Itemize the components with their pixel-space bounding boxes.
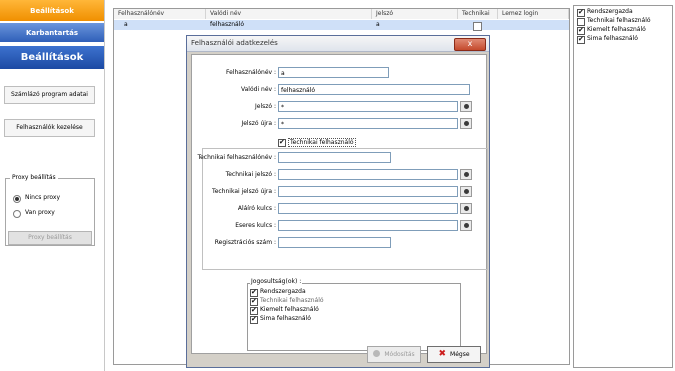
- role-label-technical: Technikai felhasználó: [587, 17, 651, 24]
- encryption-key-label: Eseres kulcs :: [235, 222, 276, 229]
- permissions-legend: Jogosultság(ok) :: [250, 278, 303, 285]
- dialog-titlebar[interactable]: Felhasználói adatkezelés x: [187, 36, 489, 52]
- billing-program-data-button[interactable]: Számlázó program adatai: [4, 86, 95, 104]
- cell-technical-checkbox[interactable]: [473, 22, 482, 31]
- no-proxy-label: Nincs proxy: [25, 194, 61, 201]
- key-icon[interactable]: [460, 101, 472, 112]
- no-proxy-radio[interactable]: [13, 195, 21, 203]
- reg-number-label: Regisztrációs szám :: [214, 239, 276, 246]
- cell-username: a: [124, 21, 128, 28]
- column-header-technical[interactable]: Technikai: [458, 9, 498, 19]
- perm-label-technical: Technikai felhasználó: [260, 297, 324, 304]
- key-icon[interactable]: [460, 169, 472, 180]
- tech-username-field[interactable]: [278, 152, 391, 163]
- signing-key-label: Aláíró kulcs :: [237, 205, 276, 212]
- key-icon[interactable]: [460, 186, 472, 197]
- modify-button-label: Módosítás: [384, 351, 415, 358]
- user-management-button[interactable]: Felhasználók kezelése: [4, 119, 95, 137]
- nav-maintenance-button[interactable]: Karbantartás: [0, 23, 104, 43]
- perm-checkbox-technical[interactable]: [250, 297, 258, 306]
- cell-real-name: felhasználó: [210, 21, 245, 28]
- username-label: Felhasználónév :: [225, 69, 276, 76]
- proxy-legend: Proxy beállítás: [10, 174, 58, 181]
- perm-label-simple: Sima felhasználó: [260, 315, 311, 322]
- tech-password-label: Technikai jelszó :: [225, 171, 276, 178]
- roles-list: Rendszergazda Technikai felhasználó Kiem…: [573, 5, 673, 368]
- has-proxy-radio[interactable]: [13, 210, 21, 218]
- key-icon[interactable]: [460, 118, 472, 129]
- signing-key-field[interactable]: [278, 203, 458, 214]
- key-icon[interactable]: [460, 203, 472, 214]
- key-icon[interactable]: [460, 220, 472, 231]
- section-title: Beállítások: [0, 46, 104, 70]
- password-again-label: Jelszó újra :: [241, 120, 276, 127]
- perm-checkbox-admin[interactable]: [250, 288, 258, 297]
- dialog-body: Felhasználónév : a Valódi név : felhaszn…: [191, 54, 488, 354]
- cancel-button[interactable]: ✖ Mégse: [427, 346, 481, 363]
- close-button[interactable]: x: [454, 38, 486, 51]
- modify-icon: [373, 350, 381, 357]
- tech-password-field[interactable]: [278, 169, 458, 180]
- column-header-password[interactable]: Jelszó: [372, 9, 458, 19]
- realname-label: Valódi név :: [240, 86, 276, 93]
- encryption-key-field[interactable]: [278, 220, 458, 231]
- reg-number-field[interactable]: [278, 237, 391, 248]
- tech-password-again-field[interactable]: [278, 186, 458, 197]
- role-label-privileged: Kiemelt felhasználó: [587, 26, 646, 33]
- perm-checkbox-privileged[interactable]: [250, 306, 258, 315]
- password-label: Jelszó :: [254, 103, 276, 110]
- table-row[interactable]: [114, 20, 569, 30]
- tech-username-label: Technikai felhasználónév :: [197, 154, 276, 161]
- perm-label-privileged: Kiemelt felhasználó: [260, 306, 319, 313]
- cancel-button-label: Mégse: [450, 351, 470, 358]
- password-again-field[interactable]: *: [278, 118, 458, 129]
- proxy-settings-button[interactable]: Proxy beállítás: [8, 231, 92, 245]
- role-label-admin: Rendszergazda: [587, 8, 633, 15]
- sidebar: Beállítások Karbantartás Beállítások Szá…: [0, 0, 105, 371]
- role-label-simple: Sima felhasználó: [587, 35, 638, 42]
- technical-user-checkbox-label: Technikai felhasználó: [288, 138, 356, 147]
- role-checkbox-technical[interactable]: [577, 18, 585, 26]
- role-checkbox-admin[interactable]: [577, 8, 585, 17]
- technical-user-checkbox[interactable]: [278, 138, 286, 147]
- has-proxy-label: Van proxy: [25, 209, 55, 216]
- perm-checkbox-simple[interactable]: [250, 315, 258, 324]
- username-field[interactable]: a: [278, 67, 389, 78]
- column-header-username[interactable]: Felhasználónév: [114, 9, 206, 19]
- column-header-disk-login[interactable]: Lemez login: [498, 9, 569, 19]
- user-data-dialog: Felhasználói adatkezelés x Felhasználóné…: [186, 35, 490, 368]
- realname-field[interactable]: felhasználó: [278, 84, 470, 95]
- column-header-real-name[interactable]: Valódi név: [206, 9, 372, 19]
- perm-label-admin: Rendszergazda: [260, 288, 306, 295]
- tech-password-again-label: Technikai jelszó újra :: [212, 188, 276, 195]
- role-checkbox-simple[interactable]: [577, 35, 585, 44]
- role-checkbox-privileged[interactable]: [577, 26, 585, 35]
- cell-password: a: [376, 21, 380, 28]
- modify-button[interactable]: Módosítás: [367, 346, 421, 363]
- password-field[interactable]: *: [278, 101, 458, 112]
- dialog-title: Felhasználói adatkezelés: [191, 39, 278, 47]
- cancel-x-icon: ✖: [438, 349, 447, 359]
- nav-settings-button[interactable]: Beállítások: [0, 0, 104, 22]
